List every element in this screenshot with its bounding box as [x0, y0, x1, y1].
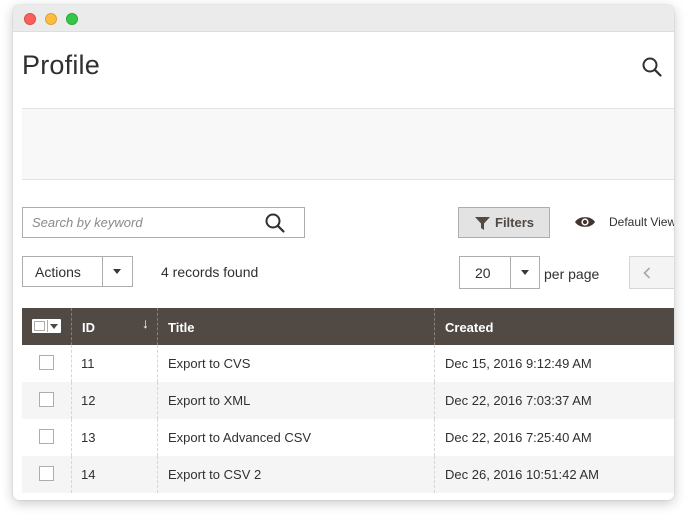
- app-window: Profile Filters Default Vi: [13, 5, 674, 500]
- grid-header: ID ↓ Title Created: [22, 308, 674, 345]
- id-cell: 12: [71, 382, 157, 419]
- row-checkbox[interactable]: [39, 466, 54, 481]
- records-count: 4 records found: [161, 264, 259, 280]
- table-row[interactable]: 12 Export to XML Dec 22, 2016 7:03:37 AM: [22, 382, 674, 419]
- arrow-down-icon: ↓: [142, 315, 149, 331]
- row-select-cell: [22, 382, 71, 419]
- cell-created: Dec 15, 2016 9:12:49 AM: [445, 356, 592, 371]
- table-row[interactable]: 14 Export to CSV 2 Dec 26, 2016 10:51:42…: [22, 456, 674, 493]
- created-cell: Dec 22, 2016 7:25:40 AM: [434, 419, 674, 456]
- title-cell: Export to Advanced CSV: [157, 419, 434, 456]
- maximize-window-button[interactable]: [66, 13, 78, 25]
- cell-id: 13: [81, 430, 96, 445]
- minimize-window-button[interactable]: [45, 13, 57, 25]
- empty-panel: [22, 108, 674, 180]
- created-cell: Dec 15, 2016 9:12:49 AM: [434, 345, 674, 382]
- column-header-id[interactable]: ID ↓: [71, 308, 157, 345]
- title-cell: Export to CSV 2: [157, 456, 434, 493]
- data-grid: ID ↓ Title Created 11 Export to CVS Dec …: [22, 308, 674, 493]
- search-input[interactable]: [23, 208, 263, 237]
- row-select-cell: [22, 345, 71, 382]
- cell-id: 12: [81, 393, 96, 408]
- cell-created: Dec 26, 2016 10:51:42 AM: [445, 467, 599, 482]
- mass-select-dropdown[interactable]: [32, 319, 61, 333]
- column-header-label: Title: [168, 320, 195, 335]
- column-header-created[interactable]: Created: [434, 308, 674, 345]
- page-title: Profile: [22, 50, 100, 80]
- title-cell: Export to CVS: [157, 345, 434, 382]
- mass-select-divider: [47, 320, 48, 332]
- cell-title: Export to Advanced CSV: [168, 430, 312, 445]
- row-checkbox[interactable]: [39, 429, 54, 444]
- search-icon[interactable]: [264, 212, 286, 234]
- window-titlebar: [13, 5, 674, 32]
- chevron-down-icon: [50, 324, 58, 329]
- cell-title: Export to CSV 2: [168, 467, 262, 482]
- per-page-select[interactable]: 20: [459, 256, 540, 289]
- keyword-search-box: [22, 207, 305, 238]
- per-page-value: 20: [475, 265, 491, 281]
- chevron-down-icon: [521, 270, 529, 275]
- funnel-icon: [475, 217, 490, 230]
- chevron-left-icon: [643, 267, 651, 279]
- column-header-title[interactable]: Title: [157, 308, 434, 345]
- column-header-label: ID: [82, 320, 95, 335]
- filters-label: Filters: [495, 215, 535, 230]
- search-icon[interactable]: [641, 56, 663, 78]
- column-header-label: Created: [445, 320, 494, 335]
- header-mass-select-cell: [22, 308, 71, 345]
- table-row[interactable]: 13 Export to Advanced CSV Dec 22, 2016 7…: [22, 419, 674, 456]
- per-page-toggle[interactable]: [510, 257, 539, 288]
- actions-label: Actions: [35, 264, 81, 280]
- close-window-button[interactable]: [24, 13, 36, 25]
- cell-created: Dec 22, 2016 7:25:40 AM: [445, 430, 592, 445]
- row-select-cell: [22, 419, 71, 456]
- title-cell: Export to XML: [157, 382, 434, 419]
- cell-created: Dec 22, 2016 7:03:37 AM: [445, 393, 592, 408]
- row-checkbox[interactable]: [39, 392, 54, 407]
- id-cell: 14: [71, 456, 157, 493]
- cell-title: Export to XML: [168, 393, 251, 408]
- actions-toggle[interactable]: [102, 257, 132, 286]
- per-page-label: per page: [544, 266, 600, 282]
- created-cell: Dec 22, 2016 7:03:37 AM: [434, 382, 674, 419]
- table-row[interactable]: 11 Export to CVS Dec 15, 2016 9:12:49 AM: [22, 345, 674, 382]
- id-cell: 11: [71, 345, 157, 382]
- cell-id: 14: [81, 467, 96, 482]
- row-select-cell: [22, 456, 71, 493]
- actions-dropdown[interactable]: Actions: [22, 256, 133, 287]
- created-cell: Dec 26, 2016 10:51:42 AM: [434, 456, 674, 493]
- id-cell: 13: [71, 419, 157, 456]
- eye-icon: [575, 217, 595, 227]
- default-view-label: Default View: [609, 215, 674, 229]
- row-checkbox[interactable]: [39, 355, 54, 370]
- select-all-checkbox[interactable]: [34, 321, 45, 331]
- default-view-button[interactable]: Default View: [574, 213, 674, 233]
- previous-page-button[interactable]: [629, 256, 674, 289]
- cell-id: 11: [81, 356, 95, 371]
- chevron-down-icon: [113, 269, 121, 274]
- filters-button[interactable]: Filters: [458, 207, 550, 238]
- cell-title: Export to CVS: [168, 356, 251, 371]
- page-content: Profile Filters Default Vi: [13, 32, 674, 500]
